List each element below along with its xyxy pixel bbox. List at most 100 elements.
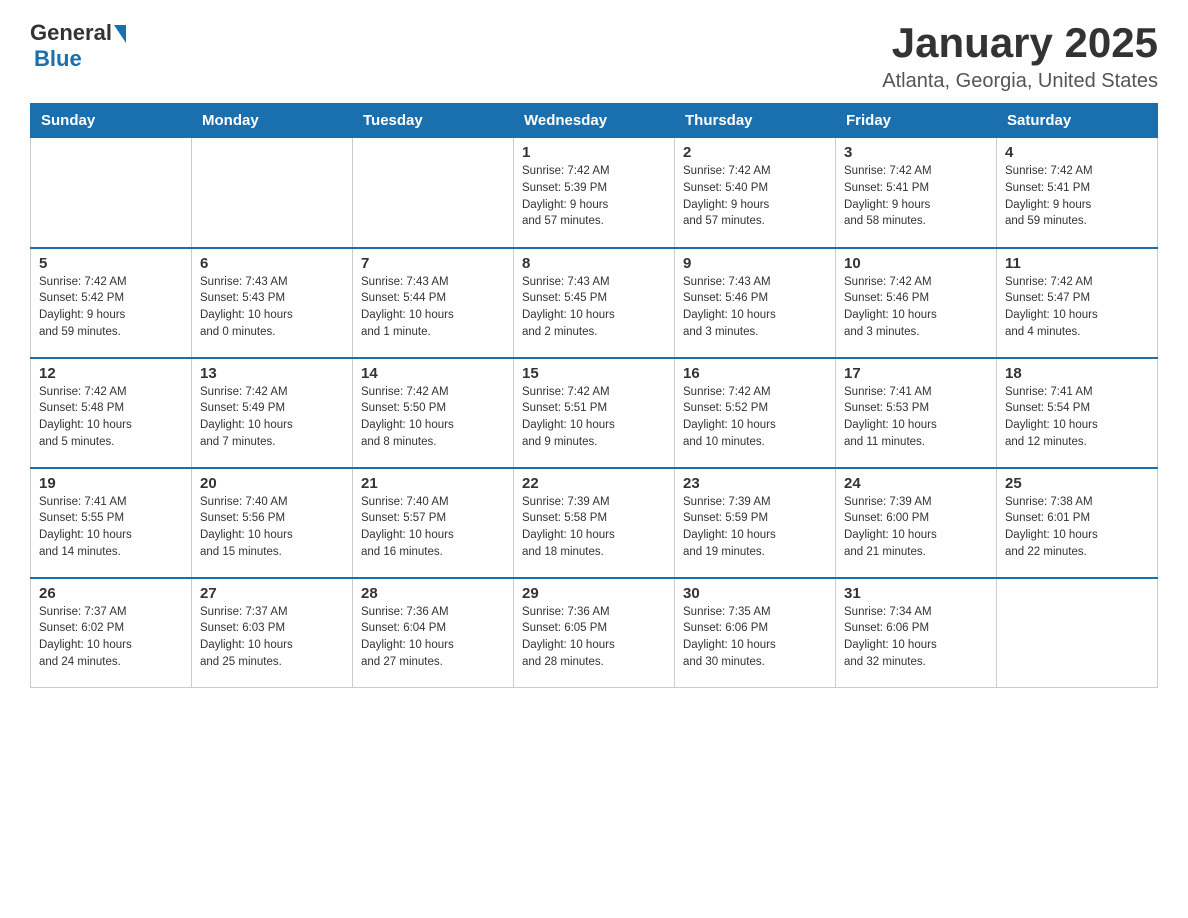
calendar-cell: 13 Sunrise: 7:42 AM Sunset: 5:49 PM Dayli… [192,358,353,468]
day-number: 15 [522,365,666,382]
calendar-header-wednesday: Wednesday [514,104,675,138]
day-info: Sunrise: 7:40 AM Sunset: 5:56 PM Dayligh… [200,494,344,561]
calendar-cell: 20 Sunrise: 7:40 AM Sunset: 5:56 PM Dayli… [192,468,353,578]
calendar-cell: 21Sunrise: 7:40 AM Sunset: 5:57 PM Dayli… [353,468,514,578]
calendar-cell: 27 Sunrise: 7:37 AM Sunset: 6:03 PM Dayli… [192,578,353,688]
day-info: Sunrise: 7:43 AM Sunset: 5:44 PM Dayligh… [361,274,505,341]
day-info: Sunrise: 7:41 AM Sunset: 5:53 PM Dayligh… [844,384,988,451]
calendar-header-row: SundayMondayTuesdayWednesdayThursdayFrid… [31,104,1158,138]
calendar-cell: 28 Sunrise: 7:36 AM Sunset: 6:04 PM Dayli… [353,578,514,688]
calendar-cell: 17 Sunrise: 7:41 AM Sunset: 5:53 PM Dayli… [836,358,997,468]
day-number: 20 [200,475,344,492]
calendar-week-row: 5Sunrise: 7:42 AM Sunset: 5:42 PM Daylig… [31,248,1158,358]
calendar-cell [31,138,192,248]
calendar-cell: 9Sunrise: 7:43 AM Sunset: 5:46 PM Daylig… [675,248,836,358]
day-number: 14 [361,365,505,382]
calendar-cell: 2 Sunrise: 7:42 AM Sunset: 5:40 PM Daylig… [675,138,836,248]
day-number: 17 [844,365,988,382]
calendar-cell: 15 Sunrise: 7:42 AM Sunset: 5:51 PM Dayli… [514,358,675,468]
day-info: Sunrise: 7:42 AM Sunset: 5:39 PM Dayligh… [522,163,666,230]
day-info: Sunrise: 7:36 AM Sunset: 6:05 PM Dayligh… [522,604,666,671]
calendar-cell: 16 Sunrise: 7:42 AM Sunset: 5:52 PM Dayli… [675,358,836,468]
day-info: Sunrise: 7:38 AM Sunset: 6:01 PM Dayligh… [1005,494,1149,561]
calendar-cell: 4 Sunrise: 7:42 AM Sunset: 5:41 PM Daylig… [997,138,1158,248]
day-number: 22 [522,475,666,492]
day-info: Sunrise: 7:41 AM Sunset: 5:54 PM Dayligh… [1005,384,1149,451]
calendar-cell: 18 Sunrise: 7:41 AM Sunset: 5:54 PM Dayli… [997,358,1158,468]
day-info: Sunrise: 7:42 AM Sunset: 5:50 PM Dayligh… [361,384,505,451]
calendar-cell: 19 Sunrise: 7:41 AM Sunset: 5:55 PM Dayli… [31,468,192,578]
calendar-week-row: 1 Sunrise: 7:42 AM Sunset: 5:39 PM Daylig… [31,138,1158,248]
calendar-cell: 6 Sunrise: 7:43 AM Sunset: 5:43 PM Daylig… [192,248,353,358]
calendar-header-friday: Friday [836,104,997,138]
calendar-week-row: 19 Sunrise: 7:41 AM Sunset: 5:55 PM Dayli… [31,468,1158,578]
calendar-cell: 25 Sunrise: 7:38 AM Sunset: 6:01 PM Dayli… [997,468,1158,578]
calendar-cell: 7 Sunrise: 7:43 AM Sunset: 5:44 PM Daylig… [353,248,514,358]
day-info: Sunrise: 7:34 AM Sunset: 6:06 PM Dayligh… [844,604,988,671]
day-number: 6 [200,255,344,272]
day-number: 28 [361,585,505,602]
day-number: 27 [200,585,344,602]
title-block: January 2025 Atlanta, Georgia, United St… [882,20,1158,93]
day-number: 11 [1005,255,1149,272]
calendar-cell: 30 Sunrise: 7:35 AM Sunset: 6:06 PM Dayli… [675,578,836,688]
day-info: Sunrise: 7:42 AM Sunset: 5:48 PM Dayligh… [39,384,183,451]
day-number: 12 [39,365,183,382]
calendar-cell: 5Sunrise: 7:42 AM Sunset: 5:42 PM Daylig… [31,248,192,358]
calendar-cell: 29 Sunrise: 7:36 AM Sunset: 6:05 PM Dayli… [514,578,675,688]
day-info: Sunrise: 7:42 AM Sunset: 5:51 PM Dayligh… [522,384,666,451]
calendar-cell: 23Sunrise: 7:39 AM Sunset: 5:59 PM Dayli… [675,468,836,578]
day-info: Sunrise: 7:36 AM Sunset: 6:04 PM Dayligh… [361,604,505,671]
day-info: Sunrise: 7:37 AM Sunset: 6:02 PM Dayligh… [39,604,183,671]
calendar-header-sunday: Sunday [31,104,192,138]
day-number: 10 [844,255,988,272]
day-number: 29 [522,585,666,602]
day-number: 16 [683,365,827,382]
day-info: Sunrise: 7:42 AM Sunset: 5:41 PM Dayligh… [844,163,988,230]
calendar-cell: 1 Sunrise: 7:42 AM Sunset: 5:39 PM Daylig… [514,138,675,248]
calendar-cell: 14 Sunrise: 7:42 AM Sunset: 5:50 PM Dayli… [353,358,514,468]
day-info: Sunrise: 7:43 AM Sunset: 5:43 PM Dayligh… [200,274,344,341]
day-info: Sunrise: 7:35 AM Sunset: 6:06 PM Dayligh… [683,604,827,671]
day-info: Sunrise: 7:41 AM Sunset: 5:55 PM Dayligh… [39,494,183,561]
calendar-cell: 3 Sunrise: 7:42 AM Sunset: 5:41 PM Daylig… [836,138,997,248]
day-number: 18 [1005,365,1149,382]
day-info: Sunrise: 7:42 AM Sunset: 5:49 PM Dayligh… [200,384,344,451]
day-number: 2 [683,144,827,161]
day-number: 3 [844,144,988,161]
day-number: 19 [39,475,183,492]
calendar-week-row: 12 Sunrise: 7:42 AM Sunset: 5:48 PM Dayli… [31,358,1158,468]
calendar-cell: 10Sunrise: 7:42 AM Sunset: 5:46 PM Dayli… [836,248,997,358]
calendar-cell: 22 Sunrise: 7:39 AM Sunset: 5:58 PM Dayli… [514,468,675,578]
day-number: 7 [361,255,505,272]
day-number: 1 [522,144,666,161]
calendar-cell: 31Sunrise: 7:34 AM Sunset: 6:06 PM Dayli… [836,578,997,688]
day-info: Sunrise: 7:39 AM Sunset: 5:58 PM Dayligh… [522,494,666,561]
day-info: Sunrise: 7:39 AM Sunset: 5:59 PM Dayligh… [683,494,827,561]
day-number: 8 [522,255,666,272]
calendar-week-row: 26Sunrise: 7:37 AM Sunset: 6:02 PM Dayli… [31,578,1158,688]
day-info: Sunrise: 7:42 AM Sunset: 5:52 PM Dayligh… [683,384,827,451]
day-number: 4 [1005,144,1149,161]
day-number: 9 [683,255,827,272]
day-info: Sunrise: 7:39 AM Sunset: 6:00 PM Dayligh… [844,494,988,561]
logo-general-text: General [30,20,112,46]
calendar-cell: 12 Sunrise: 7:42 AM Sunset: 5:48 PM Dayli… [31,358,192,468]
day-info: Sunrise: 7:37 AM Sunset: 6:03 PM Dayligh… [200,604,344,671]
day-number: 13 [200,365,344,382]
calendar-cell [192,138,353,248]
day-number: 30 [683,585,827,602]
logo: General Blue [30,20,126,72]
day-info: Sunrise: 7:40 AM Sunset: 5:57 PM Dayligh… [361,494,505,561]
day-info: Sunrise: 7:42 AM Sunset: 5:41 PM Dayligh… [1005,163,1149,230]
calendar-cell: 24Sunrise: 7:39 AM Sunset: 6:00 PM Dayli… [836,468,997,578]
calendar-cell: 26Sunrise: 7:37 AM Sunset: 6:02 PM Dayli… [31,578,192,688]
day-number: 25 [1005,475,1149,492]
calendar-cell [997,578,1158,688]
page-header: General Blue January 2025 Atlanta, Georg… [30,20,1158,93]
calendar-header-tuesday: Tuesday [353,104,514,138]
calendar-table: SundayMondayTuesdayWednesdayThursdayFrid… [30,103,1158,688]
calendar-header-thursday: Thursday [675,104,836,138]
calendar-cell: 11Sunrise: 7:42 AM Sunset: 5:47 PM Dayli… [997,248,1158,358]
day-info: Sunrise: 7:42 AM Sunset: 5:40 PM Dayligh… [683,163,827,230]
